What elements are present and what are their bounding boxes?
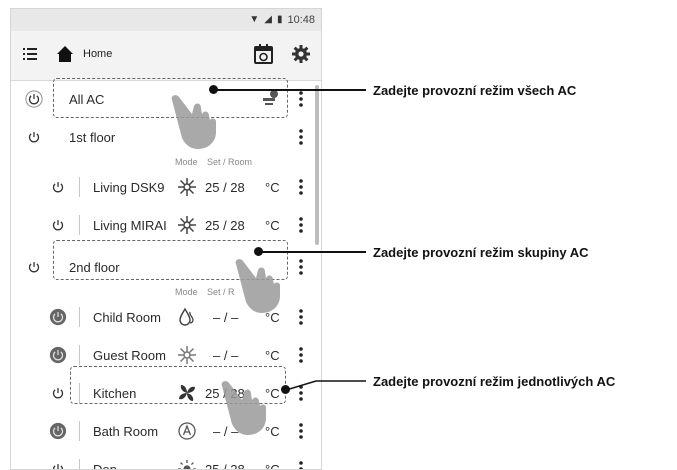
callout-all-ac: Zadejte provozní režim všech AC xyxy=(373,83,577,98)
wifi-icon: ▼ xyxy=(249,14,260,25)
power-icon[interactable] xyxy=(49,384,67,402)
column-header-set-room: Set / R xyxy=(207,287,235,297)
temperature-value: 25 / 28 xyxy=(205,218,245,233)
tap-hand-icon xyxy=(221,381,267,435)
row-label: Living MIRAI xyxy=(93,218,167,233)
tap-hand-icon xyxy=(171,95,217,149)
list-item-living-mirai[interactable]: Living MIRAI 25 / 28 °C xyxy=(11,207,321,243)
divider xyxy=(79,421,80,441)
callout-line xyxy=(259,251,366,253)
more-options-icon[interactable] xyxy=(297,258,305,276)
temperature-value: 25 / 28 xyxy=(205,180,245,195)
row-label: Bath Room xyxy=(93,424,159,439)
column-header-mode: Mode xyxy=(175,287,198,297)
heat-mode-icon xyxy=(178,346,196,364)
more-options-icon[interactable] xyxy=(297,460,305,470)
more-options-icon[interactable] xyxy=(297,422,305,440)
battery-icon: ▮ xyxy=(276,14,283,25)
divider xyxy=(79,177,80,197)
power-icon[interactable] xyxy=(25,128,43,146)
more-options-icon[interactable] xyxy=(297,128,305,146)
power-icon[interactable] xyxy=(49,460,67,470)
temperature-unit: °C xyxy=(265,348,280,363)
temperature-unit: °C xyxy=(265,218,280,233)
power-icon[interactable] xyxy=(49,422,67,440)
list-item-living-dsk9[interactable]: Living DSK9 25 / 28 °C xyxy=(11,169,321,205)
dry-mode-icon xyxy=(179,307,194,326)
more-options-icon[interactable] xyxy=(297,90,305,108)
temperature-value: 25 / 28 xyxy=(205,462,245,470)
signal-icon: ◢ xyxy=(264,14,272,25)
menu-icon[interactable] xyxy=(23,48,37,60)
more-options-icon[interactable] xyxy=(297,346,305,364)
home-icon[interactable] xyxy=(56,45,74,63)
list-item-1st-floor[interactable]: 1st floor xyxy=(11,119,321,155)
power-icon[interactable] xyxy=(25,90,43,108)
tap-hand-icon xyxy=(235,259,281,313)
divider xyxy=(79,459,80,469)
status-bar: ▼ ◢ ▮ 10:48 xyxy=(11,9,321,31)
schedule-icon[interactable] xyxy=(254,44,273,64)
power-icon[interactable] xyxy=(49,216,67,234)
row-label: 1st floor xyxy=(69,130,116,145)
callout-line xyxy=(286,380,366,391)
column-header-mode: Mode xyxy=(175,157,198,167)
app-bar: Home xyxy=(11,31,321,81)
page-title: Home xyxy=(83,48,113,60)
heat-mode-icon xyxy=(178,178,196,196)
callout-line xyxy=(214,89,366,91)
heat-mode-icon xyxy=(178,216,196,234)
more-options-icon[interactable] xyxy=(297,178,305,196)
power-icon[interactable] xyxy=(25,258,43,276)
callout-group: Zadejte provozní režim skupiny AC xyxy=(373,245,589,260)
divider xyxy=(79,345,80,365)
row-label: Living DSK9 xyxy=(93,180,165,195)
row-label: Den xyxy=(93,462,117,470)
status-time: 10:48 xyxy=(287,14,315,26)
callout-single: Zadejte provozní režim jednotlivých AC xyxy=(373,374,616,389)
column-header-set-room: Set / Room xyxy=(207,157,253,167)
temperature-unit: °C xyxy=(265,180,280,195)
power-icon[interactable] xyxy=(49,178,67,196)
temperature-unit: °C xyxy=(265,462,280,470)
power-icon[interactable] xyxy=(49,308,67,326)
more-options-icon[interactable] xyxy=(297,308,305,326)
sun-mode-icon xyxy=(178,460,196,469)
settings-gear-icon[interactable] xyxy=(292,45,310,63)
divider xyxy=(79,307,80,327)
row-label: Child Room xyxy=(93,310,161,325)
temperature-value: – / – xyxy=(213,348,239,363)
auto-mode-icon xyxy=(178,422,196,440)
row-label: Guest Room xyxy=(93,348,166,363)
more-options-icon[interactable] xyxy=(297,216,305,234)
power-icon[interactable] xyxy=(49,346,67,364)
divider xyxy=(79,215,80,235)
list-item-den[interactable]: Den 25 / 28 °C xyxy=(11,451,321,470)
